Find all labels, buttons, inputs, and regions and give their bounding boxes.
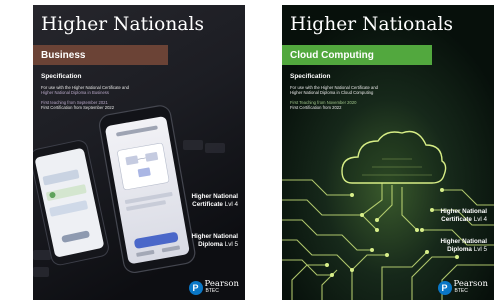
info-line: First Certification from 2022 <box>290 105 342 110</box>
logo-sub: BTEC <box>454 288 468 294</box>
subject-band: Cloud Computing <box>282 45 432 65</box>
pearson-p-icon: P <box>437 281 452 295</box>
subject-label: Business <box>41 49 86 61</box>
pearson-p-icon: P <box>188 281 203 295</box>
qual-sub: Certificate <box>192 201 223 208</box>
qualification-diploma: Higher National Diploma Lvl 5 <box>191 233 238 249</box>
subject-label: Cloud Computing <box>290 49 374 61</box>
qualification-diploma: Higher National Diploma Lvl 5 <box>440 238 487 254</box>
qual-sub: Certificate <box>441 216 472 223</box>
info-line: First Certification from September 2022 <box>41 105 115 110</box>
qual-title: Higher National <box>440 208 487 215</box>
qual-title: Higher National <box>440 238 487 245</box>
logo-brand: Pearson <box>204 279 239 289</box>
pearson-logo: P Pearson BTEC <box>437 279 488 295</box>
qual-level: Lvl 5 <box>473 246 487 253</box>
qualification-certificate: Higher National Certificate Lvl 4 <box>191 193 238 209</box>
info-line: Higher National Diploma in Business <box>41 90 109 95</box>
qual-title: Higher National <box>191 193 238 200</box>
logo-brand: Pearson <box>453 279 488 289</box>
qual-sub: Diploma <box>447 246 472 253</box>
business-cover[interactable]: Higher Nationals Business Specification … <box>33 5 245 300</box>
qual-level: Lvl 4 <box>224 201 238 208</box>
pearson-logo: P Pearson BTEC <box>188 279 239 295</box>
cover-title: Higher Nationals <box>290 14 454 35</box>
spec-heading: Specification <box>41 73 82 80</box>
spec-heading: Specification <box>290 73 331 80</box>
qual-level: Lvl 5 <box>224 241 238 248</box>
qual-level: Lvl 4 <box>473 216 487 223</box>
qual-sub: Diploma <box>198 241 223 248</box>
qualification-certificate: Higher National Certificate Lvl 4 <box>440 208 487 224</box>
cover-title: Higher Nationals <box>41 14 205 35</box>
logo-sub: BTEC <box>205 288 219 294</box>
qual-title: Higher National <box>191 233 238 240</box>
info-line: Higher National Diploma in Cloud Computi… <box>290 90 374 95</box>
cloud-computing-cover[interactable]: Higher Nationals Cloud Computing Specifi… <box>282 5 494 300</box>
subject-band: Business <box>33 45 168 65</box>
